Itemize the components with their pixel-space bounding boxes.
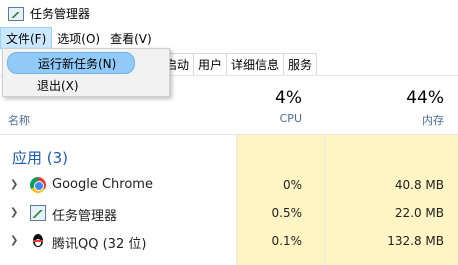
menu-item-exit[interactable]: 退出(X) <box>7 74 165 96</box>
process-cpu: 0% <box>282 178 302 192</box>
column-header-cpu[interactable]: CPU <box>280 112 302 125</box>
process-name: 任务管理器 <box>52 209 118 224</box>
process-cpu: 0.1% <box>271 234 303 248</box>
tab-users[interactable]: 用户 <box>193 53 228 75</box>
menu-bar: 文件(F) 选项(O) 查看(V) <box>0 27 458 49</box>
menu-view[interactable]: 查看(V) <box>105 27 157 49</box>
tab-strip: 启动 用户 详细信息 服务 <box>160 53 318 75</box>
qq-icon <box>30 233 46 249</box>
file-menu-dropdown: 运行新任务(N) 退出(X) <box>2 48 170 97</box>
process-row[interactable]: ❯ 任务管理器 0.5% 22.0 MB <box>0 199 458 227</box>
column-header-memory[interactable]: 内存 <box>422 112 444 128</box>
process-memory: 40.8 MB <box>394 178 444 192</box>
process-memory: 22.0 MB <box>394 206 444 220</box>
memory-total-percent: 44% <box>406 88 444 108</box>
column-header-name[interactable]: 名称 <box>8 112 30 128</box>
process-memory: 132.8 MB <box>387 234 444 248</box>
group-title-apps[interactable]: 应用 (3) <box>12 147 68 168</box>
menu-options[interactable]: 选项(O) <box>52 27 105 49</box>
expand-chevron-icon[interactable]: ❯ <box>10 207 18 218</box>
chrome-icon <box>30 177 46 193</box>
process-cpu: 0.5% <box>271 206 303 220</box>
tab-details[interactable]: 详细信息 <box>226 53 285 75</box>
process-row[interactable]: ❯ 腾讯QQ (32 位) 0.1% 132.8 MB <box>0 227 458 255</box>
expand-chevron-icon[interactable]: ❯ <box>10 235 18 246</box>
process-name: Google Chrome <box>52 177 153 192</box>
process-name: 腾讯QQ (32 位) <box>52 237 147 252</box>
cpu-total-percent: 4% <box>275 88 302 108</box>
task-manager-icon <box>8 6 24 21</box>
title-bar: 任务管理器 <box>0 0 458 27</box>
menu-file[interactable]: 文件(F) <box>0 27 53 49</box>
task-manager-icon <box>30 205 46 221</box>
process-row[interactable]: ❯ Google Chrome 0% 40.8 MB <box>0 171 458 199</box>
expand-chevron-icon[interactable]: ❯ <box>10 179 18 190</box>
window-title: 任务管理器 <box>30 7 91 21</box>
tab-services[interactable]: 服务 <box>283 53 318 75</box>
menu-item-run-new-task[interactable]: 运行新任务(N) <box>7 52 135 74</box>
